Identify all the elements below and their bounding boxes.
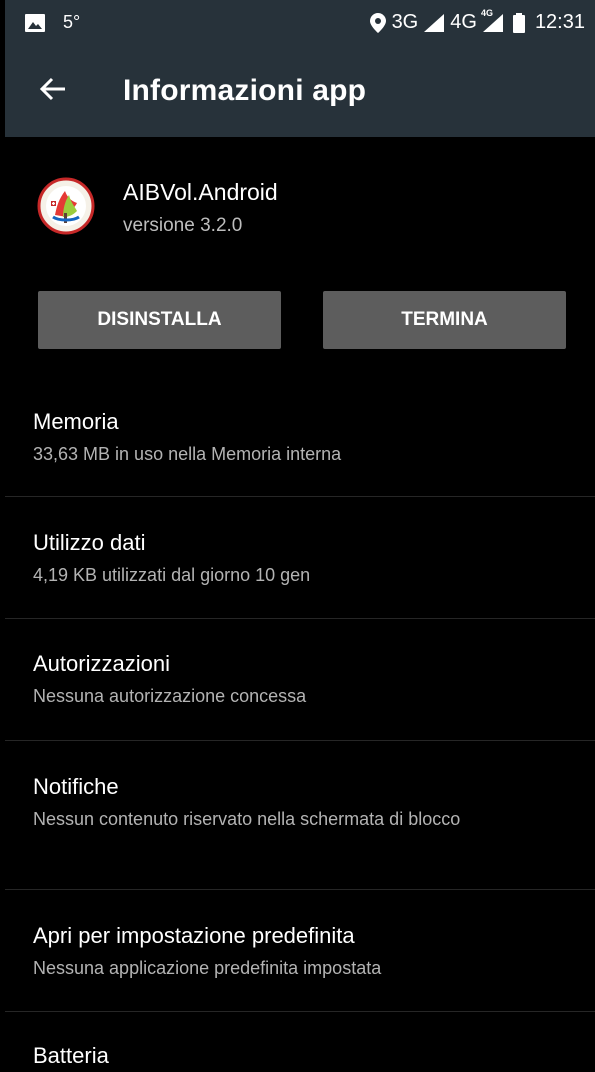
network-4g-badge: 4G	[480, 7, 493, 18]
setting-title: Apri per impostazione predefinita	[33, 923, 355, 948]
setting-subtitle: Nessuna autorizzazione concessa	[33, 686, 307, 706]
setting-title: Notifiche	[33, 774, 119, 799]
stop-button[interactable]: TERMINA	[323, 291, 566, 349]
setting-title: Memoria	[33, 409, 119, 434]
page-title: Informazioni app	[123, 74, 367, 107]
screen: 5° 3G 4G 4G 12:31 Informazioni app AIBVo…	[5, 0, 595, 1068]
network-3g-label: 3G	[391, 11, 419, 33]
app-header: AIBVol.Android versione 3.2.0	[5, 137, 595, 277]
battery-icon	[512, 12, 525, 33]
temperature-text: 5°	[63, 12, 81, 32]
setting-item-notifications[interactable]: Notifiche Nessun contenuto riservato nel…	[5, 741, 595, 890]
setting-title: Utilizzo dati	[33, 530, 146, 555]
network-4g-label: 4G	[450, 11, 477, 33]
image-icon	[25, 13, 45, 32]
setting-subtitle: Nessun contenuto riservato nella scherma…	[33, 809, 461, 829]
setting-subtitle: 4,19 KB utilizzati dal giorno 10 gen	[33, 565, 311, 585]
app-name: AIBVol.Android	[123, 179, 278, 205]
uninstall-button[interactable]: DISINSTALLA	[38, 291, 281, 349]
setting-title: Batteria	[33, 1043, 109, 1068]
app-bar: Informazioni app	[5, 45, 595, 137]
signal-icon	[424, 13, 445, 32]
app-version: versione 3.2.0	[123, 215, 243, 236]
setting-title: Autorizzazioni	[33, 651, 170, 676]
app-logo-icon	[37, 177, 95, 235]
setting-item-memory[interactable]: Memoria 33,63 MB in uso nella Memoria in…	[5, 378, 595, 497]
status-bar: 5° 3G 4G 4G 12:31	[5, 0, 595, 45]
setting-item-permissions[interactable]: Autorizzazioni Nessuna autorizzazione co…	[5, 619, 595, 741]
setting-item-battery[interactable]: Batteria	[5, 1012, 595, 1072]
setting-item-open-by-default[interactable]: Apri per impostazione predefinita Nessun…	[5, 890, 595, 1012]
arrow-back-icon	[38, 74, 68, 109]
setting-item-data-usage[interactable]: Utilizzo dati 4,19 KB utilizzati dal gio…	[5, 497, 595, 619]
signal-4g-icon: 4G	[481, 8, 503, 32]
clock-time: 12:31	[534, 11, 585, 33]
setting-subtitle: 33,63 MB in uso nella Memoria interna	[33, 444, 342, 464]
location-icon	[369, 12, 386, 33]
settings-list: Memoria 33,63 MB in uso nella Memoria in…	[5, 378, 595, 1072]
back-button[interactable]	[33, 71, 73, 111]
setting-subtitle: Nessuna applicazione predefinita imposta…	[33, 958, 382, 978]
